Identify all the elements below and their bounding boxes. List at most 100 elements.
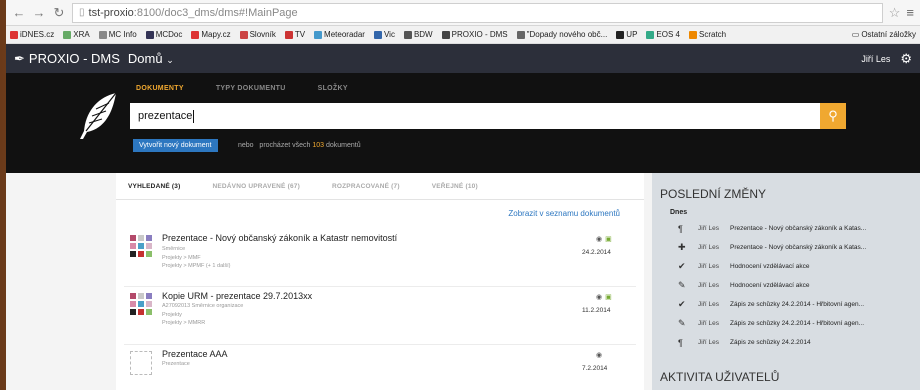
- bookmark-label: MC Info: [108, 30, 137, 39]
- activity-type-icon: ✎: [678, 280, 686, 290]
- tab-recently-modified[interactable]: NEDÁVNO UPRAVENÉ (67): [212, 183, 300, 190]
- document-thumbnail: [130, 293, 156, 319]
- reload-icon[interactable]: ↻: [52, 5, 66, 21]
- browse-count: 103: [312, 142, 325, 149]
- new-document-button[interactable]: Vytvořit nový dokument: [133, 139, 218, 152]
- bookmark-item[interactable]: MC Info: [98, 30, 137, 39]
- document-item[interactable]: Kopie URM - prezentace 29.7.2013xx A2709…: [116, 285, 644, 345]
- forward-icon[interactable]: →: [32, 5, 46, 20]
- brand[interactable]: ✒ PROXIO - DMS: [14, 51, 120, 67]
- document-item[interactable]: Prezentace AAA Prezentace ◉ 7.2.2014: [116, 343, 644, 390]
- document-type: A27092013 Směrnice organizace: [162, 303, 244, 309]
- activity-item[interactable]: ✚ Jiří Les Prezentace - Nový občanský záko…: [652, 238, 920, 257]
- bookmark-favicon-icon: [616, 30, 625, 39]
- bookmark-item[interactable]: XRA: [63, 30, 90, 39]
- activity-document[interactable]: Zápis ze schůzky 24.2.2014 - Hřbitovní a…: [730, 320, 910, 327]
- activity-user: Jiří Les: [698, 225, 719, 232]
- document-status: ◉ ▣: [596, 235, 612, 243]
- activity-item[interactable]: ✔ Jiří Les Zápis ze schůzky 24.2.2014 - Hř…: [652, 295, 920, 314]
- folder-icon: ▭: [851, 30, 860, 39]
- bookmark-item[interactable]: iDNES.cz: [10, 30, 54, 39]
- activity-user: Jiří Les: [698, 244, 719, 251]
- browse-prefix: nebo: [238, 142, 254, 149]
- document-folder: Projekty > MMF: [162, 255, 201, 261]
- document-title[interactable]: Prezentace AAA: [162, 349, 228, 359]
- bookmark-item[interactable]: Mapy.cz: [191, 30, 231, 39]
- search-button[interactable]: ⚲: [820, 103, 846, 129]
- bookmark-item[interactable]: BDW: [403, 30, 433, 39]
- activity-document[interactable]: Hodnocení vzdělávací akce: [730, 282, 910, 289]
- activity-document[interactable]: Zápis ze schůzky 24.2.2014 - Hřbitovní a…: [730, 301, 910, 308]
- bookmark-item[interactable]: EOS 4: [646, 30, 680, 39]
- bookmark-favicon-icon: [191, 30, 200, 39]
- bookmark-favicon-icon: [284, 30, 293, 39]
- document-item[interactable]: Prezentace - Nový občanský zákoník a Kat…: [116, 227, 644, 287]
- bookmark-item[interactable]: Meteoradar: [314, 30, 365, 39]
- back-icon[interactable]: ←: [12, 5, 26, 20]
- activity-document[interactable]: Zápis ze schůzky 24.2.2014: [730, 339, 910, 346]
- document-type: Směrnice: [162, 246, 186, 252]
- document-title[interactable]: Kopie URM - prezentace 29.7.2013xx: [162, 291, 312, 301]
- home-menu[interactable]: Domů ⌄: [128, 51, 174, 66]
- document-date: 24.2.2014: [582, 249, 611, 256]
- bookmark-item[interactable]: Scratch: [689, 30, 726, 39]
- bookmark-label: TV: [294, 30, 306, 39]
- activity-user: Jiří Les: [698, 320, 719, 327]
- url-host: tst-proxio: [88, 6, 134, 19]
- activity-item[interactable]: ¶ Jiří Les Prezentace - Nový občanský záko…: [652, 219, 920, 238]
- menu-icon[interactable]: ≡: [906, 5, 914, 20]
- bookmark-item[interactable]: Vic: [373, 30, 395, 39]
- result-tabs: VYHLEDANÉ (3) NEDÁVNO UPRAVENÉ (67) ROZP…: [128, 183, 478, 190]
- tab-documents[interactable]: DOKUMENTY: [136, 85, 184, 92]
- bookmark-item[interactable]: PROXIO - DMS: [441, 30, 508, 39]
- bookmark-item[interactable]: MCDoc: [145, 30, 182, 39]
- document-folder: Projekty > MPMF (+ 1 další): [162, 263, 231, 269]
- gear-icon[interactable]: ⚙: [900, 51, 912, 67]
- tab-public[interactable]: VEŘEJNÉ (10): [432, 183, 478, 190]
- text-cursor: [193, 109, 195, 123]
- day-label: Dnes: [670, 209, 688, 216]
- activity-type-icon: ¶: [678, 223, 683, 234]
- activity-user: Jiří Les: [698, 263, 719, 270]
- bookmark-item[interactable]: UP: [616, 30, 637, 39]
- bookmark-star-icon[interactable]: ☆: [889, 5, 901, 21]
- search-tabs: DOKUMENTY TYPY DOKUMENTU SLOŽKY: [136, 85, 348, 92]
- activity-type-icon: ✔: [678, 261, 686, 271]
- activity-document[interactable]: Prezentace - Nový občanský zákoník a Kat…: [730, 244, 910, 251]
- activity-item[interactable]: ✔ Jiří Les Hodnocení vzdělávací akce: [652, 257, 920, 276]
- app-header: ✒ PROXIO - DMS Domů ⌄ Jiří Les ⚙: [6, 44, 920, 73]
- activity-list: ¶ Jiří Les Prezentace - Nový občanský záko…: [652, 219, 920, 352]
- activity-item[interactable]: ✎ Jiří Les Hodnocení vzdělávací akce: [652, 276, 920, 295]
- other-bookmarks[interactable]: ▭ Ostatní záložky: [852, 30, 916, 39]
- bookmark-label: PROXIO - DMS: [451, 30, 508, 39]
- address-bar: ← → ↻ ▯ tst-proxio:8100/doc3_dms/dms#!Ma…: [6, 0, 920, 26]
- bookmark-item[interactable]: "Dopady nového obč...: [516, 30, 607, 39]
- bookmark-favicon-icon: [314, 30, 323, 39]
- tab-found[interactable]: VYHLEDANÉ (3): [128, 183, 180, 190]
- tab-document-types[interactable]: TYPY DOKUMENTU: [216, 85, 286, 92]
- tab-folders[interactable]: SLOŽKY: [318, 85, 348, 92]
- browse-all-link[interactable]: nebo procházet všech 103 dokumentů: [238, 142, 361, 149]
- show-in-list-link[interactable]: Zobrazit v seznamu dokumentů: [508, 209, 620, 218]
- user-name[interactable]: Jiří Les: [861, 54, 890, 64]
- activity-item[interactable]: ¶ Jiří Les Zápis ze schůzky 24.2.2014: [652, 333, 920, 352]
- tab-in-progress[interactable]: ROZPRACOVANÉ (7): [332, 183, 400, 190]
- brand-name: PROXIO - DMS: [28, 51, 120, 66]
- bookmark-item[interactable]: TV: [284, 30, 306, 39]
- search-input[interactable]: prezentace: [130, 103, 820, 129]
- browse-text: procházet všech: [259, 142, 311, 149]
- document-title[interactable]: Prezentace - Nový občanský zákoník a Kat…: [162, 233, 397, 243]
- activity-item[interactable]: ✎ Jiří Les Zápis ze schůzky 24.2.2014 - Hř…: [652, 314, 920, 333]
- activity-document[interactable]: Hodnocení vzdělávací akce: [730, 263, 910, 270]
- document-date: 7.2.2014: [582, 365, 608, 372]
- bookmark-label: EOS 4: [656, 30, 680, 39]
- globe-icon: ◉: [596, 236, 603, 243]
- chevron-down-icon: ⌄: [166, 55, 174, 65]
- sidebar-title: POSLEDNÍ ZMĚNY: [660, 187, 767, 201]
- activity-document[interactable]: Prezentace - Nový občanský zákoník a Kat…: [730, 225, 910, 232]
- url-field[interactable]: ▯ tst-proxio:8100/doc3_dms/dms#!MainPage: [72, 2, 883, 23]
- document-type: Prezentace: [162, 361, 190, 367]
- bookmark-label: UP: [626, 30, 638, 39]
- browse-suffix: dokumentů: [326, 142, 361, 149]
- bookmark-item[interactable]: Slovník: [239, 30, 276, 39]
